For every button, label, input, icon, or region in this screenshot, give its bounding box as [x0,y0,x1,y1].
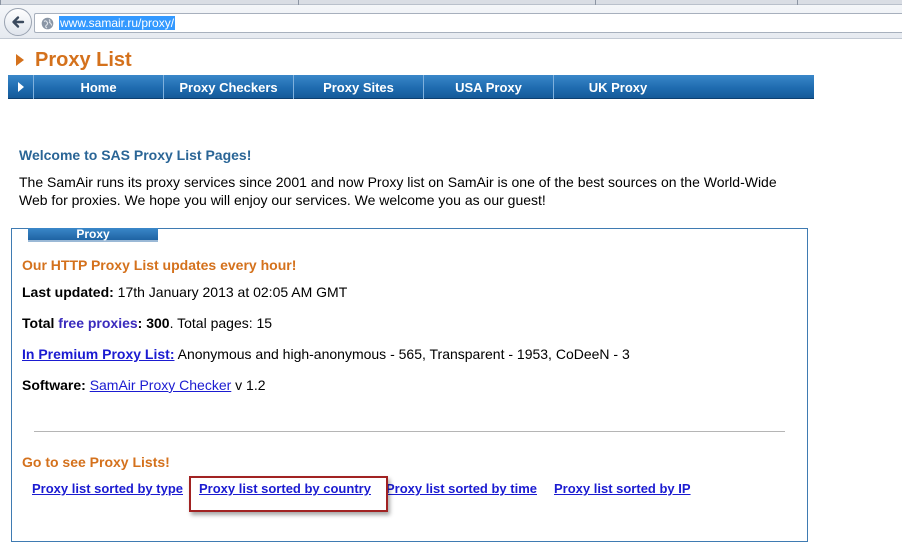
proxy-panel: Proxy Our HTTP Proxy List updates every … [11,228,808,542]
last-updated-label: Last updated: [22,284,114,300]
address-bar[interactable]: www.samair.ru/proxy/ [34,13,902,33]
updates-heading: Our HTTP Proxy List updates every hour! [22,257,297,273]
total-label: Total [22,315,59,331]
go-see-lists-heading: Go to see Proxy Lists! [22,454,170,470]
welcome-text: The SamAir runs its proxy services since… [19,174,777,208]
play-arrow-icon [17,82,24,92]
title-arrow-icon [16,54,24,66]
main-menu: Home Proxy Checkers Proxy Sites USA Prox… [8,75,814,99]
menu-item-proxy-sites[interactable]: Proxy Sites [294,75,424,99]
total-count: 300 [146,315,170,331]
back-button[interactable] [4,8,32,36]
total-line: Total free proxies: 300. Total pages: 15 [22,315,272,331]
total-colon: : [137,315,147,331]
software-link[interactable]: SamAir Proxy Checker [90,377,232,393]
list-sorted-by-ip-link[interactable]: Proxy list sorted by IP [554,481,691,496]
panel-tab-proxy: Proxy [28,228,158,240]
browser-toolbar: www.samair.ru/proxy/ [0,5,902,39]
software-label: Software: [22,377,86,393]
list-sorted-by-time-link[interactable]: Proxy list sorted by time [386,481,537,496]
globe-icon [41,17,54,30]
menu-arrow [8,75,34,99]
url-text[interactable]: www.samair.ru/proxy/ [59,16,176,30]
premium-line: In Premium Proxy List: Anonymous and hig… [22,346,630,362]
divider [34,431,785,432]
menu-item-uk-proxy[interactable]: UK Proxy [554,75,682,99]
software-line: Software: SamAir Proxy Checker v 1.2 [22,377,266,393]
premium-proxy-list-link[interactable]: In Premium Proxy List: [22,346,174,362]
software-version: v 1.2 [231,377,266,393]
free-proxies-link[interactable]: free proxies [58,315,137,331]
total-pages: . Total pages: 15 [169,315,273,331]
page-header: Proxy List [16,49,132,71]
menu-item-usa-proxy[interactable]: USA Proxy [424,75,554,99]
menu-item-proxy-checkers[interactable]: Proxy Checkers [164,75,294,99]
last-updated-line: Last updated: 17th January 2013 at 02:05… [22,284,347,300]
list-sorted-by-type-link[interactable]: Proxy list sorted by type [32,481,183,496]
menu-item-home[interactable]: Home [34,75,164,99]
back-arrow-icon [12,16,25,28]
highlight-box [189,476,388,512]
last-updated-value: 17th January 2013 at 02:05 AM GMT [113,284,348,300]
premium-text: Anonymous and high-anonymous - 565, Tran… [174,346,630,362]
welcome-title: Welcome to SAS Proxy List Pages! [19,147,252,163]
page-title: Proxy List [35,48,132,71]
